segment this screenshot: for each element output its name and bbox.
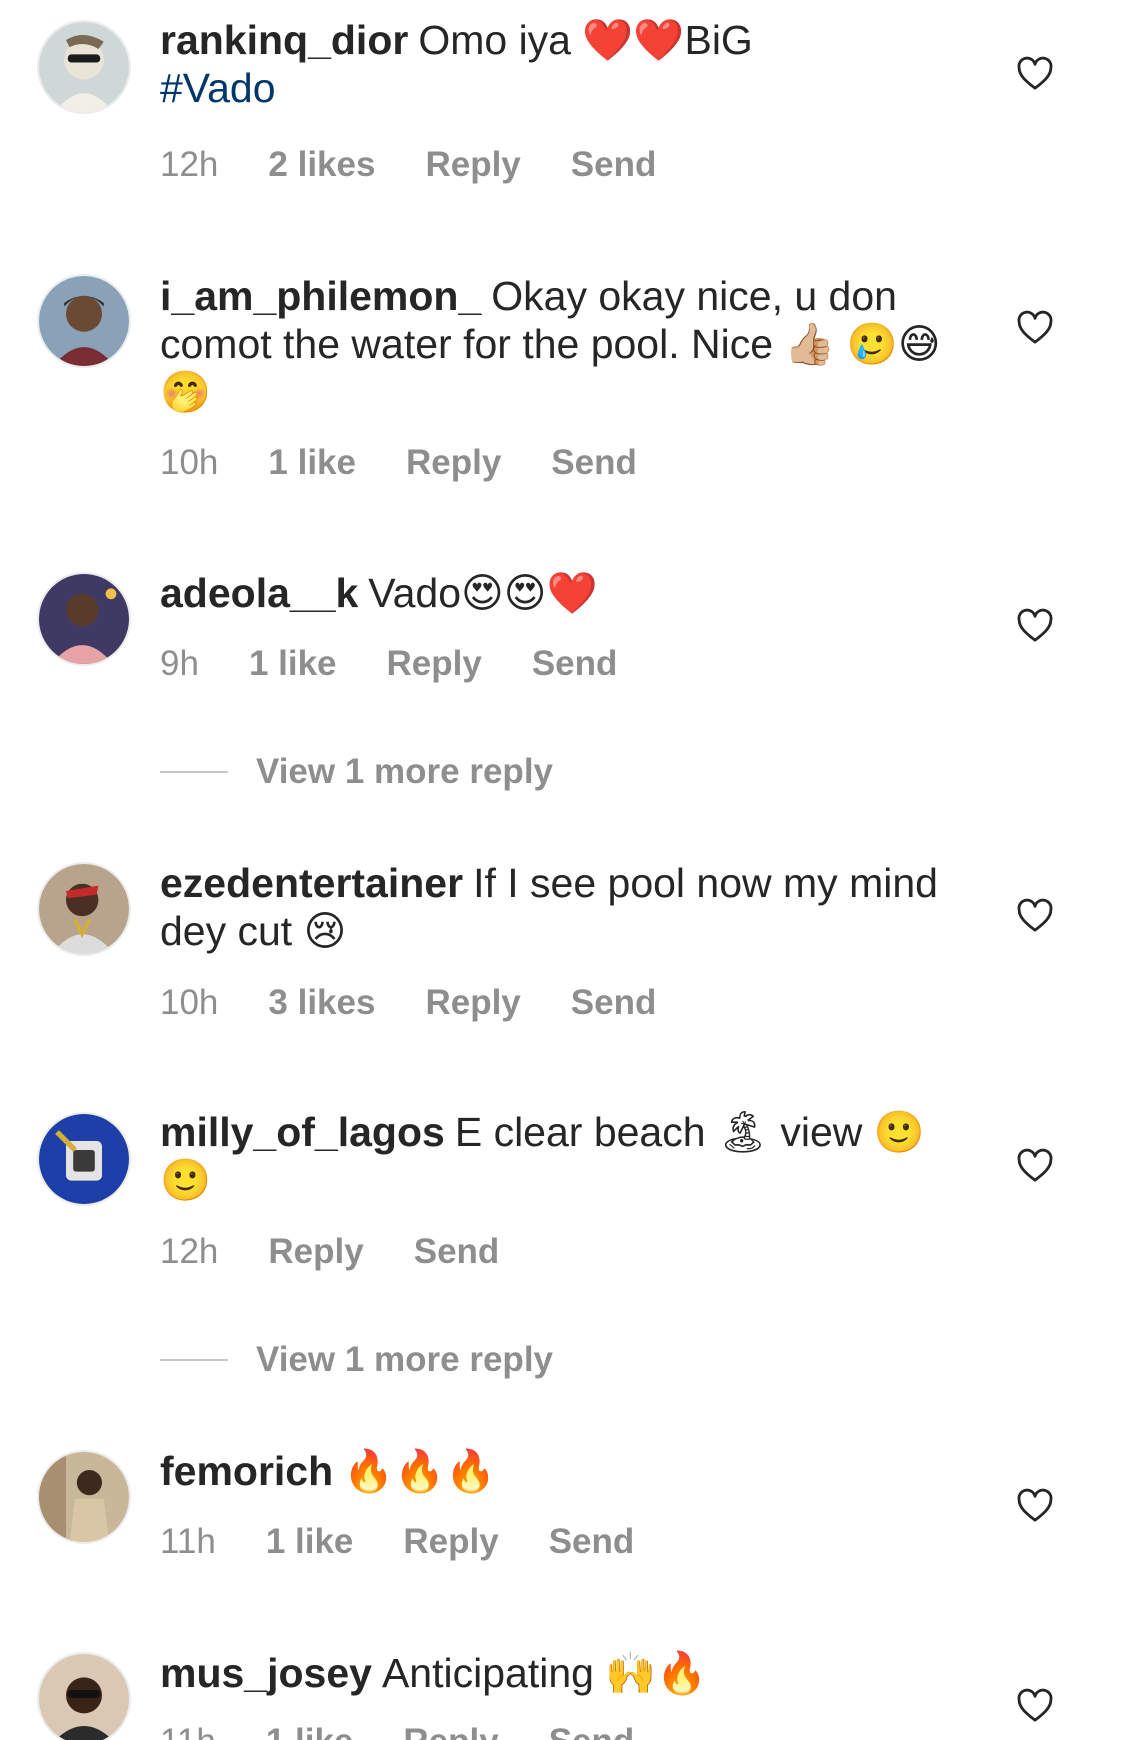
comment-text-line: milly_of_lagos E clear beach 🏝 view 🙂🙂 [160,1108,970,1204]
likes-count[interactable]: 1 like [266,1522,354,1562]
heart-outline-icon [1017,1148,1053,1182]
likes-count[interactable]: 1 like [268,443,356,483]
like-button[interactable] [1015,1146,1055,1186]
heart-outline-icon [1017,608,1053,642]
comment-meta: 10h 1 like Reply Send [160,443,637,483]
heart-outline-icon [1017,1688,1053,1722]
comment-body: rankinq_dior Omo iya ❤️❤️BiG #Vado [160,16,970,112]
heart-outline-icon [1017,310,1053,344]
comment-username[interactable]: mus_josey [160,1650,372,1696]
comment-meta: 9h 1 like Reply Send [160,644,617,684]
send-button[interactable]: Send [549,1522,635,1562]
comment-username[interactable]: rankinq_dior [160,17,408,63]
view-more-replies-label[interactable]: View 1 more reply [256,1340,553,1380]
comments-list: rankinq_dior Omo iya ❤️❤️BiG #Vado 12h 2 … [0,0,1125,1740]
comment-time: 12h [160,145,219,184]
reply-button[interactable]: Reply [406,443,501,483]
comment-body: ezedentertainer If I see pool now my mind… [160,859,970,955]
like-button[interactable] [1015,54,1055,94]
comment-body: milly_of_lagos E clear beach 🏝 view 🙂🙂 [160,1108,970,1204]
replies-divider [160,771,228,773]
send-button[interactable]: Send [571,145,657,185]
like-button[interactable] [1015,1486,1055,1526]
likes-count[interactable]: 1 like [266,1722,354,1740]
comment-text: 🔥🔥🔥 [343,1448,497,1494]
reply-button[interactable]: Reply [403,1722,498,1740]
view-more-replies[interactable]: View 1 more reply [160,752,553,792]
reply-button[interactable]: Reply [425,983,520,1023]
comment-time: 10h [160,443,219,482]
comment-time: 11h [160,1522,216,1561]
likes-count[interactable]: 3 likes [268,983,375,1023]
comment-text: Vado😍😍❤️ [368,570,598,616]
avatar[interactable] [37,1652,131,1740]
comment-meta: 11h 1 like Reply Send [160,1522,634,1562]
view-more-replies[interactable]: View 1 more reply [160,1340,553,1380]
comment-username[interactable]: ezedentertainer [160,860,463,906]
avatar[interactable] [37,572,131,666]
reply-button[interactable]: Reply [403,1522,498,1562]
comment-body: i_am_philemon_ Okay okay nice, u don como… [160,272,970,416]
comment-text-line: i_am_philemon_ Okay okay nice, u don como… [160,272,970,416]
comment-text-line: femorich 🔥🔥🔥 [160,1447,970,1495]
comment-text-line: mus_josey Anticipating 🙌🔥 [160,1649,970,1697]
avatar[interactable] [37,20,131,114]
hashtag-link[interactable]: #Vado [160,64,970,112]
comment-text: Anticipating 🙌🔥 [381,1650,708,1696]
like-button[interactable] [1015,1686,1055,1726]
avatar[interactable] [37,274,131,368]
send-button[interactable]: Send [551,443,637,483]
likes-count[interactable]: 1 like [249,644,337,684]
comment-text: Omo iya ❤️❤️BiG [418,17,753,63]
avatar[interactable] [37,862,131,956]
like-button[interactable] [1015,896,1055,936]
send-button[interactable]: Send [549,1722,635,1740]
comment-text-line: adeola__k Vado😍😍❤️ [160,569,970,617]
like-button[interactable] [1015,308,1055,348]
heart-outline-icon [1017,898,1053,932]
avatar[interactable] [37,1112,131,1206]
like-button[interactable] [1015,606,1055,646]
comment-time: 12h [160,1232,219,1271]
comment-time: 10h [160,983,219,1022]
comment-body: adeola__k Vado😍😍❤️ [160,569,970,617]
reply-button[interactable]: Reply [425,145,520,185]
comment-username[interactable]: femorich [160,1448,333,1494]
likes-count[interactable]: 2 likes [268,145,375,185]
comment-meta: 12h 2 likes Reply Send [160,145,656,185]
send-button[interactable]: Send [532,644,618,684]
comment-meta: 12h Reply Send [160,1232,499,1272]
view-more-replies-label[interactable]: View 1 more reply [256,752,553,792]
comment-meta: 10h 3 likes Reply Send [160,983,656,1023]
reply-button[interactable]: Reply [387,644,482,684]
comment-body: femorich 🔥🔥🔥 [160,1447,970,1495]
send-button[interactable]: Send [571,983,657,1023]
comment-time: 9h [160,644,199,683]
heart-outline-icon [1017,56,1053,90]
comment-time: 11h [160,1722,216,1740]
replies-divider [160,1359,228,1361]
send-button[interactable]: Send [414,1232,500,1272]
comment-text-line: ezedentertainer If I see pool now my mind… [160,859,970,955]
reply-button[interactable]: Reply [268,1232,363,1272]
avatar[interactable] [37,1450,131,1544]
heart-outline-icon [1017,1488,1053,1522]
comment-body: mus_josey Anticipating 🙌🔥 [160,1649,970,1697]
comment-username[interactable]: milly_of_lagos [160,1109,445,1155]
comment-username[interactable]: i_am_philemon_ [160,273,481,319]
comment-username[interactable]: adeola__k [160,570,358,616]
comment-meta: 11h 1 like Reply Send [160,1722,634,1740]
comment-text-line: rankinq_dior Omo iya ❤️❤️BiG [160,16,970,64]
